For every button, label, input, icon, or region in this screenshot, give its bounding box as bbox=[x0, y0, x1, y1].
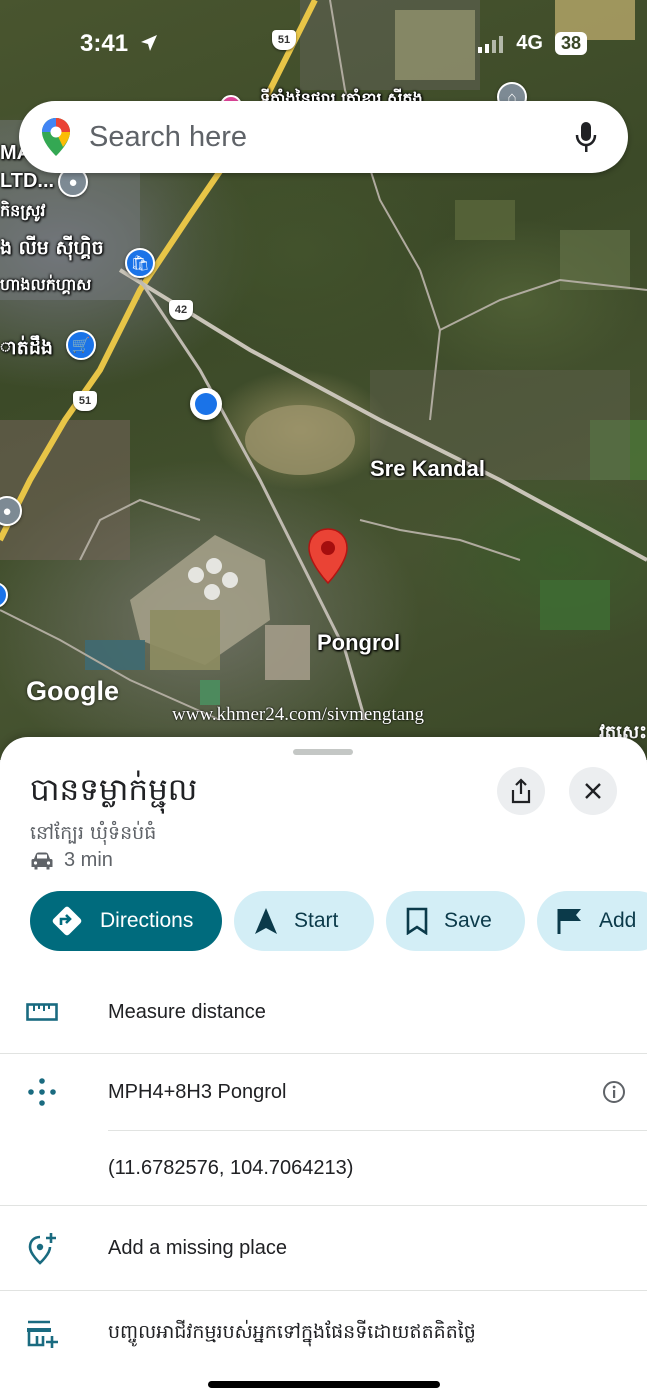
voice-search-button[interactable] bbox=[566, 117, 606, 157]
add-missing-place-label: Add a missing place bbox=[108, 1236, 287, 1259]
navigation-arrow-icon bbox=[255, 908, 277, 934]
add-label-button[interactable]: Add bbox=[537, 891, 647, 951]
measure-distance-label: Measure distance bbox=[108, 1000, 266, 1023]
map-label-left2: ង លីម ស៊ីហ្គិច bbox=[0, 237, 104, 259]
map-label-pongrol: Pongrol bbox=[317, 630, 401, 655]
watermark: www.khmer24.com/sivmengtang bbox=[172, 704, 425, 725]
flag-icon bbox=[557, 909, 581, 934]
plus-code-row[interactable]: MPH4+8H3 Pongrol bbox=[0, 1067, 647, 1117]
start-button[interactable]: Start bbox=[234, 891, 374, 951]
add-business-icon bbox=[27, 1320, 58, 1348]
current-location-dot[interactable] bbox=[190, 388, 222, 420]
signal-icon bbox=[478, 35, 504, 53]
status-bar: 3:41 4G 38 bbox=[0, 0, 647, 90]
home-indicator[interactable] bbox=[208, 1381, 440, 1388]
map-label-left4: ាត់ដឹង bbox=[0, 337, 53, 359]
place-title: បានទម្លាក់ម្ជុល bbox=[30, 772, 198, 808]
drive-time: 3 min bbox=[30, 849, 113, 872]
add-location-icon bbox=[28, 1233, 56, 1265]
drive-time-value: 3 min bbox=[64, 849, 113, 871]
dropped-pin-icon[interactable] bbox=[307, 527, 349, 585]
plus-code-icon bbox=[28, 1078, 56, 1106]
coordinates-value: (11.6782576, 104.7064213) bbox=[108, 1156, 354, 1179]
coordinates-row[interactable]: (11.6782576, 104.7064213) bbox=[0, 1143, 647, 1193]
save-label: Save bbox=[444, 909, 492, 932]
microphone-icon bbox=[575, 122, 597, 152]
place-subtitle: នៅក្បែរ ឃុំទំនប់ធំ bbox=[30, 822, 157, 844]
map-label-left3: ហាងលក់ហ្គាស bbox=[0, 275, 92, 294]
directions-label: Directions bbox=[100, 909, 194, 932]
road-shield-51-left: 51 bbox=[73, 391, 97, 411]
add-label: Add bbox=[599, 909, 637, 932]
sheet-drag-handle[interactable] bbox=[293, 749, 353, 755]
place-sheet[interactable]: បានទម្លាក់ម្ជុល នៅក្បែរ ឃុំទំនប់ធំ 3 min bbox=[0, 737, 647, 1400]
road-shield-42: 42 bbox=[169, 300, 193, 320]
directions-icon bbox=[52, 906, 82, 936]
search-bar[interactable] bbox=[19, 101, 628, 173]
network-type: 4G bbox=[516, 32, 543, 54]
plus-code-value: MPH4+8H3 Pongrol bbox=[108, 1080, 287, 1103]
save-button[interactable]: Save bbox=[386, 891, 525, 951]
car-icon bbox=[31, 852, 53, 869]
close-button[interactable] bbox=[569, 767, 617, 815]
divider bbox=[0, 1205, 647, 1206]
add-business-row[interactable]: បញ្ចូលអាជីវកម្មរបស់អ្នកទៅក្នុងផែនទីដោយឥត… bbox=[0, 1309, 647, 1359]
bookmark-icon bbox=[406, 907, 428, 935]
status-time: 3:41 bbox=[80, 30, 159, 58]
search-input[interactable] bbox=[89, 120, 566, 154]
measure-distance-row[interactable]: Measure distance bbox=[0, 987, 647, 1037]
status-right: 4G 38 bbox=[478, 32, 587, 55]
map-label-ltd: LTD... bbox=[0, 170, 55, 192]
ruler-icon bbox=[26, 1003, 58, 1021]
directions-button[interactable]: Directions bbox=[30, 891, 222, 951]
add-business-label: បញ្ចូលអាជីវកម្មរបស់អ្នកទៅក្នុងផែនទីដោយឥត… bbox=[108, 1321, 476, 1343]
add-missing-place-row[interactable]: Add a missing place bbox=[0, 1223, 647, 1273]
close-icon bbox=[585, 783, 601, 799]
map-label-sre-kandal: Sre Kandal bbox=[370, 456, 485, 481]
divider bbox=[0, 1290, 647, 1291]
map-label-left1: កិនស្រូវ bbox=[0, 201, 46, 220]
divider bbox=[108, 1130, 647, 1131]
start-label: Start bbox=[294, 909, 339, 932]
battery-icon: 38 bbox=[554, 32, 587, 55]
info-icon[interactable] bbox=[602, 1080, 626, 1104]
share-button[interactable] bbox=[497, 767, 545, 815]
google-maps-pin-icon bbox=[42, 118, 70, 156]
action-chips: Directions Start Save Add bbox=[30, 891, 647, 951]
location-arrow-icon bbox=[140, 35, 157, 51]
divider bbox=[0, 1053, 647, 1054]
poi-shopping-cart-icon[interactable]: 🛒 bbox=[66, 330, 96, 360]
share-icon bbox=[511, 778, 531, 804]
google-logo: Google bbox=[26, 676, 119, 706]
poi-shopping-bag-icon[interactable]: 🛍 bbox=[125, 248, 155, 278]
